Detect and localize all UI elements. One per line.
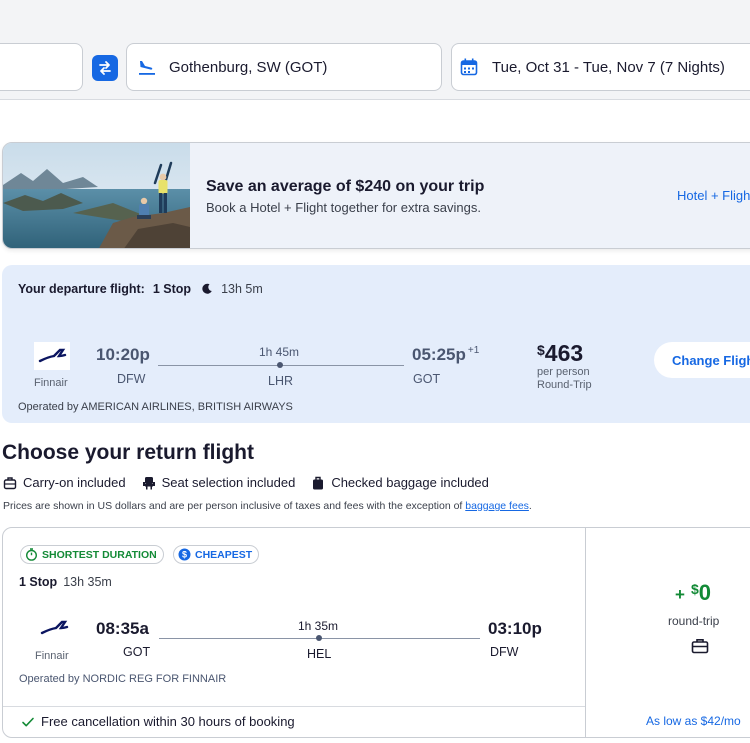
- destination-field[interactable]: Gothenburg, SW (GOT): [126, 43, 442, 91]
- stopwatch-icon: [25, 548, 38, 561]
- cheapest-badge: $ CHEAPEST: [173, 545, 260, 564]
- briefcase-icon: [691, 639, 709, 654]
- finnair-logo-icon: [34, 342, 70, 370]
- checkmark-icon: [22, 717, 34, 726]
- departure-price: $463: [537, 340, 583, 367]
- return-depart-time: 08:35a: [96, 619, 149, 638]
- amenity-carry-on-label: Carry-on included: [23, 475, 126, 490]
- baggage-fees-link[interactable]: baggage fees: [465, 500, 529, 512]
- free-cancellation: Free cancellation within 30 hours of boo…: [21, 714, 295, 729]
- moon-icon: [201, 283, 213, 295]
- arrival-day-offset: +1: [467, 345, 480, 357]
- svg-text:$: $: [182, 550, 187, 560]
- calendar-icon: [460, 58, 478, 76]
- departure-stop-dot: [277, 362, 283, 368]
- dates-value: Tue, Oct 31 - Tue, Nov 7 (7 Nights): [492, 58, 725, 76]
- hotel-flight-promo-banner[interactable]: Save an average of $240 on your trip Boo…: [2, 142, 750, 249]
- amenity-checked-bag: Checked baggage included: [311, 475, 489, 490]
- return-section-title: Choose your return flight: [2, 441, 254, 464]
- return-price-sign: +: [675, 585, 685, 604]
- departure-per-person: per person: [537, 366, 590, 378]
- disclaimer-end: .: [528, 500, 532, 512]
- return-price-currency: $: [690, 581, 699, 597]
- swap-locations-button[interactable]: [92, 55, 118, 81]
- return-via-code: HEL: [307, 647, 332, 661]
- cheapest-label: CHEAPEST: [195, 548, 253, 561]
- promo-image: [3, 143, 190, 248]
- promo-title: Save an average of $240 on your trip: [206, 178, 485, 195]
- disclaimer-text: Prices are shown in US dollars and are p…: [3, 500, 463, 512]
- shortest-duration-badge: SHORTEST DURATION: [20, 545, 164, 564]
- amenities-row: Carry-on included Seat selection include…: [3, 475, 505, 490]
- return-price: + $0: [675, 580, 711, 606]
- return-airline-name: Finnair: [35, 650, 69, 662]
- as-low-as-link[interactable]: As low as $42/mo: [646, 714, 741, 728]
- seat-icon: [142, 476, 155, 489]
- departure-header: Your departure flight: 1 Stop 13h 5m: [18, 282, 263, 296]
- hotel-flight-link[interactable]: Hotel + Flight: [677, 188, 750, 203]
- amenity-seat-label: Seat selection included: [161, 475, 296, 490]
- swap-icon: [99, 61, 111, 75]
- departure-duration: 13h 5m: [221, 282, 263, 296]
- return-arrive-time: 03:10p: [488, 619, 542, 638]
- return-arrive-code: DFW: [490, 645, 519, 659]
- departure-label: Your departure flight:: [18, 282, 145, 296]
- origin-field[interactable]: [0, 43, 83, 91]
- return-leg-duration: 1h 35m: [298, 619, 339, 633]
- dates-field[interactable]: Tue, Oct 31 - Tue, Nov 7 (7 Nights): [451, 43, 750, 91]
- change-flight-button[interactable]: Change Flight: [654, 342, 750, 378]
- departure-arrival-code: GOT: [413, 372, 441, 386]
- price-disclaimer: Prices are shown in US dollars and are p…: [3, 500, 532, 512]
- departure-airline-name: Finnair: [34, 377, 68, 389]
- arrival-time-value: 05:25p: [412, 345, 466, 364]
- search-bar: Gothenburg, SW (GOT) Tue, Oct 31 - Tue, …: [0, 0, 750, 100]
- return-price-note: round-trip: [668, 614, 720, 628]
- card-footer-divider: [3, 706, 585, 707]
- checked-bag-icon: [313, 476, 324, 489]
- return-duration: 13h 35m: [63, 575, 112, 589]
- free-cancellation-label: Free cancellation within 30 hours of boo…: [41, 714, 295, 729]
- return-depart-code: GOT: [123, 645, 151, 659]
- destination-value: Gothenburg, SW (GOT): [169, 58, 328, 76]
- departure-stops: 1 Stop: [152, 282, 192, 296]
- finnair-return-logo-icon: [40, 620, 69, 635]
- promo-subtitle: Book a Hotel + Flight together for extra…: [206, 200, 481, 215]
- amenity-checked-bag-label: Checked baggage included: [331, 475, 489, 490]
- card-divider: [585, 528, 586, 737]
- departure-time: 10:20p: [96, 345, 150, 364]
- plane-landing-icon: [139, 61, 155, 75]
- departure-trip-type: Round-Trip: [537, 379, 592, 391]
- return-price-value: 0: [698, 580, 711, 605]
- return-operated-by: Operated by NORDIC REG FOR FINNAIR: [19, 673, 227, 685]
- departure-arrival-time: 05:25p +1: [412, 345, 479, 365]
- departure-airport-code: DFW: [117, 372, 146, 386]
- departure-operated-by: Operated by AMERICAN AIRLINES, BRITISH A…: [18, 401, 293, 413]
- departure-leg-duration: 1h 45m: [259, 345, 300, 359]
- return-stop-dot: [316, 635, 322, 641]
- carry-on-bag-icon: [3, 476, 17, 489]
- amenity-carry-on: Carry-on included: [3, 475, 126, 490]
- amenity-seat: Seat selection included: [142, 475, 296, 490]
- departure-price-currency: $: [537, 342, 545, 358]
- departure-via-code: LHR: [268, 374, 294, 388]
- return-stop-info: 1 Stop 13h 35m: [19, 575, 112, 589]
- return-stops: 1 Stop: [19, 575, 58, 589]
- shortest-duration-label: SHORTEST DURATION: [42, 548, 157, 561]
- dollar-coin-icon: $: [178, 548, 191, 561]
- departure-flight-card: Your departure flight: 1 Stop 13h 5m Ope…: [2, 265, 750, 423]
- departure-price-value: 463: [544, 340, 584, 366]
